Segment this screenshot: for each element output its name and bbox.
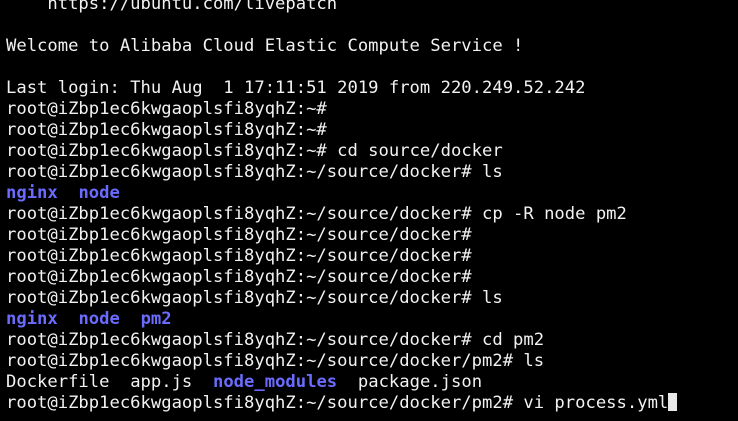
prompt-line: root@iZbp1ec6kwgaoplsfi8yqhZ:~# [6, 120, 337, 141]
command-text: cd source/docker [337, 141, 503, 161]
prompt: root@iZbp1ec6kwgaoplsfi8yqhZ:~# [6, 120, 338, 140]
command-input[interactable]: vi process.yml [523, 393, 668, 413]
directory-entry: node [78, 183, 120, 203]
directory-entry: nginx [6, 309, 58, 329]
prompt-line: root@iZbp1ec6kwgaoplsfi8yqhZ:~/source/do… [6, 351, 544, 372]
ls-output-line: Dockerfile app.js node_modules package.j… [6, 372, 482, 393]
file-entry: app.js [130, 372, 193, 392]
prompt: root@iZbp1ec6kwgaoplsfi8yqhZ:~/source/do… [6, 393, 524, 413]
directory-entry: pm2 [140, 309, 172, 329]
file-entry: package.json [357, 372, 483, 392]
prompt: root@iZbp1ec6kwgaoplsfi8yqhZ:~# [6, 141, 338, 161]
prompt-line: root@iZbp1ec6kwgaoplsfi8yqhZ:~/source/do… [6, 162, 503, 183]
prompt-line: root@iZbp1ec6kwgaoplsfi8yqhZ:~# cd sourc… [6, 141, 503, 162]
prompt: root@iZbp1ec6kwgaoplsfi8yqhZ:~/source/do… [6, 351, 524, 371]
command-text: cp -R node pm2 [482, 204, 627, 224]
prompt: root@iZbp1ec6kwgaoplsfi8yqhZ:~/source/do… [6, 246, 482, 266]
prompt-line: root@iZbp1ec6kwgaoplsfi8yqhZ:~/source/do… [6, 204, 627, 225]
prompt: root@iZbp1ec6kwgaoplsfi8yqhZ:~/source/do… [6, 225, 482, 245]
command-text: ls [482, 288, 503, 308]
prompt-line[interactable]: root@iZbp1ec6kwgaoplsfi8yqhZ:~/source/do… [6, 393, 678, 414]
directory-entry: node_modules [212, 372, 338, 392]
prompt-line: root@iZbp1ec6kwgaoplsfi8yqhZ:~/source/do… [6, 330, 544, 351]
prompt: root@iZbp1ec6kwgaoplsfi8yqhZ:~/source/do… [6, 267, 482, 287]
file-entry: Dockerfile [6, 372, 110, 392]
prompt-line: root@iZbp1ec6kwgaoplsfi8yqhZ:~/source/do… [6, 288, 503, 309]
last-login-line: Last login: Thu Aug 1 17:11:51 2019 from… [6, 78, 586, 98]
livepatch-line: https://ubuntu.com/livepatch [6, 0, 338, 14]
prompt: root@iZbp1ec6kwgaoplsfi8yqhZ:~/source/do… [6, 288, 482, 308]
prompt-line: root@iZbp1ec6kwgaoplsfi8yqhZ:~# [6, 99, 337, 120]
prompt-line: root@iZbp1ec6kwgaoplsfi8yqhZ:~/source/do… [6, 225, 482, 246]
text-cursor [668, 393, 678, 411]
prompt: root@iZbp1ec6kwgaoplsfi8yqhZ:~# [6, 99, 338, 119]
command-text: cd pm2 [482, 330, 545, 350]
command-text: ls [523, 351, 545, 371]
directory-entry: node [78, 309, 120, 329]
ls-output-line: nginx node pm2 [6, 309, 172, 330]
prompt: root@iZbp1ec6kwgaoplsfi8yqhZ:~/source/do… [6, 330, 482, 350]
command-text: ls [482, 162, 503, 182]
ls-output-line: nginx node [6, 183, 120, 204]
welcome-line: Welcome to Alibaba Cloud Elastic Compute… [6, 36, 524, 56]
directory-entry: nginx [6, 183, 58, 203]
terminal-window[interactable]: https://ubuntu.com/livepatch Welcome to … [0, 0, 738, 421]
prompt-line: root@iZbp1ec6kwgaoplsfi8yqhZ:~/source/do… [6, 267, 482, 288]
prompt-line: root@iZbp1ec6kwgaoplsfi8yqhZ:~/source/do… [6, 246, 482, 267]
prompt: root@iZbp1ec6kwgaoplsfi8yqhZ:~/source/do… [6, 162, 482, 182]
prompt: root@iZbp1ec6kwgaoplsfi8yqhZ:~/source/do… [6, 204, 482, 224]
